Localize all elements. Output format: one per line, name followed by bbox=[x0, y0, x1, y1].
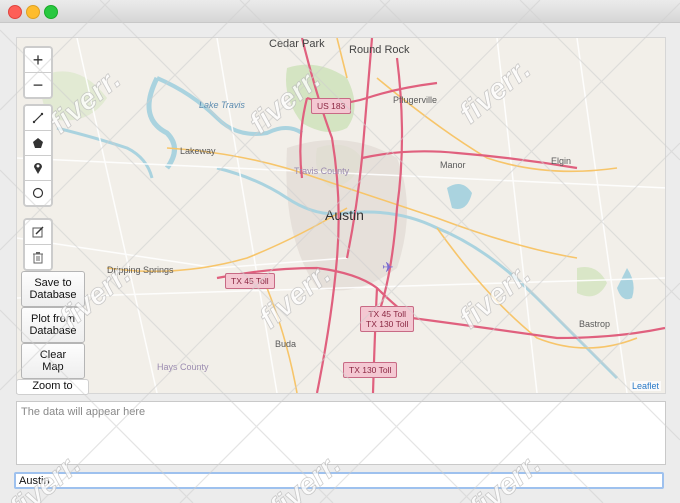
plot-from-database-button[interactable]: Plot from Database bbox=[21, 307, 85, 343]
circle-icon bbox=[32, 187, 44, 199]
minimize-window-button[interactable] bbox=[26, 5, 40, 19]
zoom-to-button[interactable]: Zoom to bbox=[16, 379, 89, 395]
marker-icon bbox=[34, 163, 42, 174]
title-bar bbox=[0, 0, 680, 23]
shield-tx-130-toll: TX 130 Toll bbox=[343, 362, 398, 378]
label-lakeway: Lakeway bbox=[180, 146, 216, 156]
trash-icon bbox=[33, 251, 43, 263]
label-travis-county: Travis County bbox=[294, 166, 350, 176]
plot-label-line1: Plot from bbox=[30, 313, 75, 325]
label-dripping-springs: Dripping Springs bbox=[107, 265, 174, 275]
plot-label-line2: Database bbox=[29, 325, 77, 337]
label-manor: Manor bbox=[440, 160, 466, 170]
leaflet-attribution-link[interactable]: Leaflet bbox=[629, 381, 661, 391]
shield-line-1: TX 45 Toll bbox=[368, 309, 406, 319]
draw-polyline-button[interactable] bbox=[25, 106, 51, 131]
label-austin: Austin bbox=[325, 207, 364, 223]
label-hays-county: Hays County bbox=[157, 362, 209, 372]
clear-map-button[interactable]: Clear Map bbox=[21, 343, 85, 379]
label-lake-travis: Lake Travis bbox=[199, 100, 245, 110]
maximize-window-button[interactable] bbox=[44, 5, 58, 19]
label-buda: Buda bbox=[275, 339, 297, 349]
edit-icon bbox=[32, 226, 44, 238]
save-to-database-button[interactable]: Save to Database bbox=[21, 271, 85, 307]
label-pflugerville: Pflugerville bbox=[393, 95, 438, 105]
label-bastrop: Bastrop bbox=[579, 319, 611, 329]
svg-text:✈: ✈ bbox=[382, 259, 394, 275]
zoom-control: + − bbox=[23, 46, 53, 99]
map-view[interactable]: ✈ Cedar Park Round Rock Pflugerville Lak… bbox=[16, 37, 666, 394]
draw-polygon-button[interactable] bbox=[25, 131, 51, 156]
shield-us-183: US 183 bbox=[311, 98, 352, 114]
label-cedar-park: Cedar Park bbox=[269, 38, 325, 50]
zoom-in-button[interactable]: + bbox=[25, 48, 51, 73]
save-label-line1: Save to bbox=[34, 277, 72, 289]
clear-label-line1: Clear bbox=[39, 349, 67, 361]
shield-tx-45-toll: TX 45 Toll bbox=[225, 273, 275, 289]
shield-tx-45-tx-130: TX 45 Toll TX 130 Toll bbox=[360, 306, 415, 332]
clear-label-line2: Map bbox=[42, 361, 64, 373]
label-elgin: Elgin bbox=[551, 156, 572, 166]
shield-line-2: TX 130 Toll bbox=[366, 319, 409, 329]
output-placeholder: The data will appear here bbox=[21, 406, 146, 418]
edit-toolbar bbox=[23, 218, 53, 271]
draw-circle-button[interactable] bbox=[25, 181, 51, 205]
edit-layers-button[interactable] bbox=[25, 220, 51, 245]
label-round-rock: Round Rock bbox=[349, 44, 410, 56]
draw-marker-button[interactable] bbox=[25, 156, 51, 181]
output-text-area[interactable]: The data will appear here bbox=[16, 401, 666, 465]
zoom-out-button[interactable]: − bbox=[25, 73, 51, 97]
close-window-button[interactable] bbox=[8, 5, 22, 19]
search-input[interactable] bbox=[14, 472, 664, 489]
save-label-line2: Database bbox=[29, 289, 77, 301]
draw-toolbar bbox=[23, 104, 53, 207]
polygon-icon bbox=[33, 138, 43, 148]
polyline-icon bbox=[32, 112, 44, 124]
delete-layers-button[interactable] bbox=[25, 245, 51, 269]
